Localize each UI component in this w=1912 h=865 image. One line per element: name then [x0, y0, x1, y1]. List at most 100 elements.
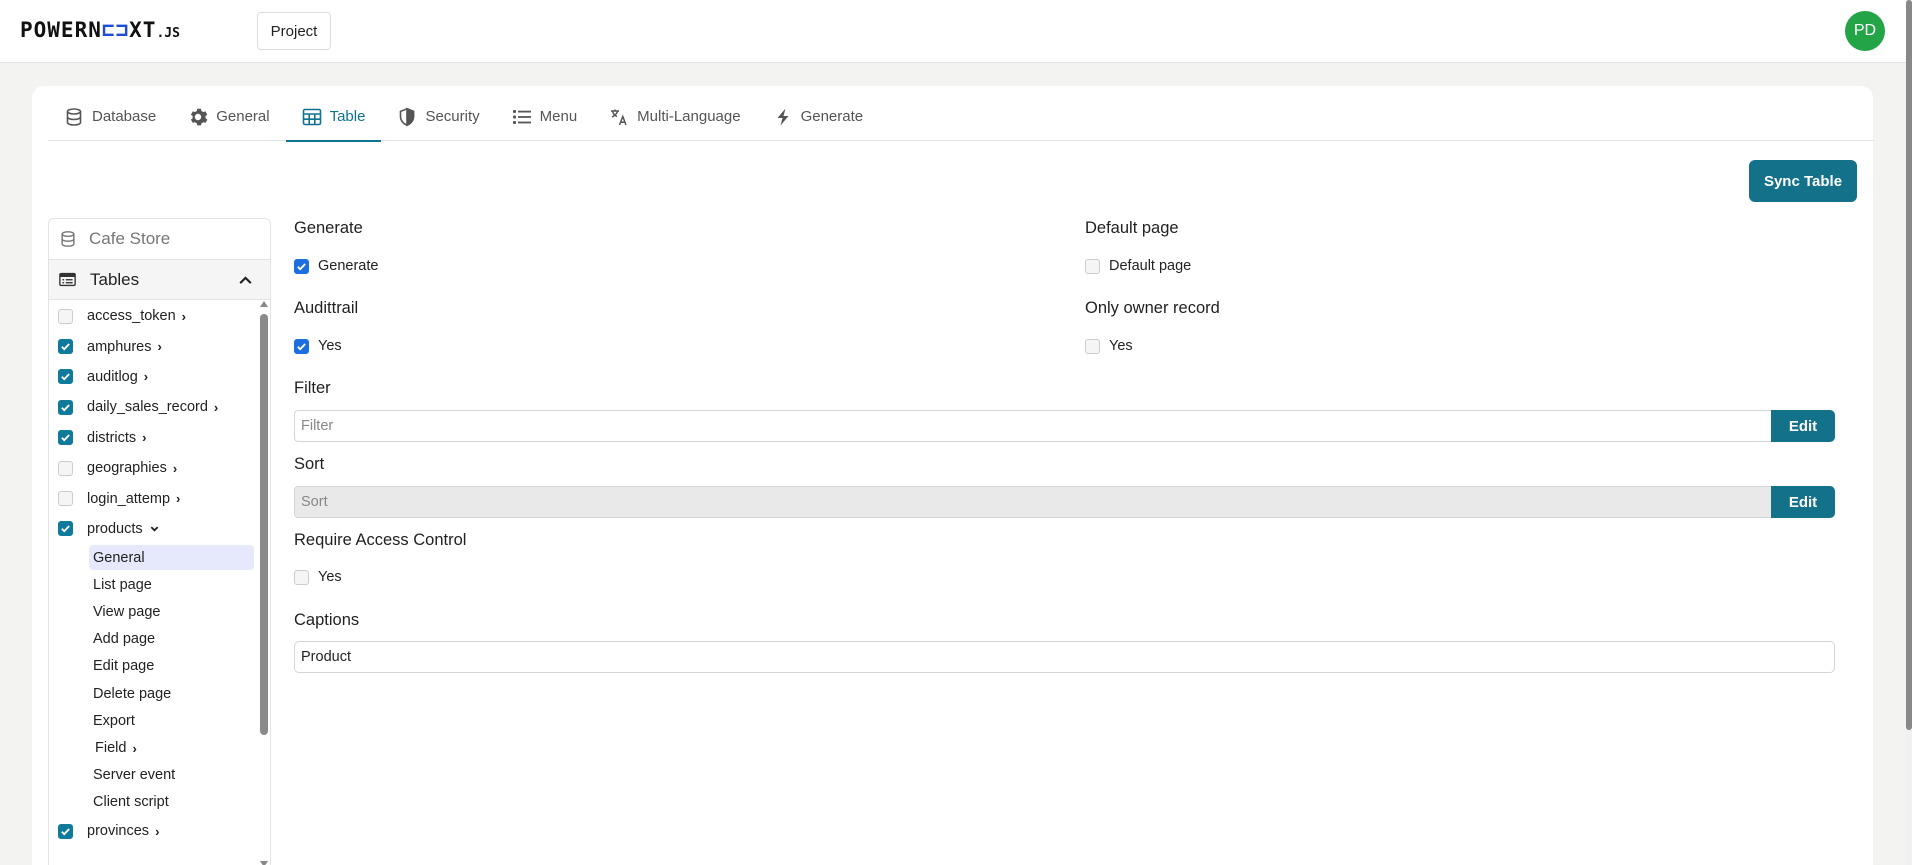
chevron-right-icon: ›	[176, 491, 181, 507]
filter-input[interactable]	[294, 410, 1772, 442]
list-icon	[512, 109, 531, 124]
sub-item-view-page[interactable]: View page	[49, 599, 254, 626]
app-logo[interactable]: POWERN⊏⊐XT.JS	[20, 18, 180, 42]
generate-label: Generate	[294, 219, 363, 237]
table-list-icon	[59, 272, 76, 287]
chevron-right-icon: ›	[181, 308, 187, 324]
sub-item-delete-page[interactable]: Delete page	[49, 680, 254, 707]
tab-database[interactable]: Database	[48, 92, 172, 141]
sync-table-button[interactable]: Sync Table	[1749, 160, 1857, 202]
shield-icon	[400, 107, 415, 126]
audittrail-label: Audittrail	[294, 299, 359, 317]
check-icon	[297, 342, 306, 350]
page-scrollbar-thumb[interactable]	[1906, 0, 1912, 730]
tab-security[interactable]: Security	[381, 92, 495, 141]
table-icon	[302, 108, 321, 125]
chevron-right-icon: ›	[213, 399, 219, 415]
sort-edit-button[interactable]: Edit	[1771, 486, 1835, 518]
chevron-right-icon: ›	[143, 369, 149, 385]
check-icon	[61, 373, 70, 381]
sort-label: Sort	[294, 455, 325, 473]
list-item[interactable]: daily_sales_record ›	[49, 392, 254, 422]
list-item[interactable]: amphures ›	[49, 331, 254, 361]
list-item[interactable]: access_token ›	[49, 301, 254, 331]
tab-bar: Database General Table Security Menu Mul…	[48, 92, 1874, 142]
check-icon	[61, 343, 70, 351]
sidebar-scrollbar-thumb[interactable]	[260, 314, 268, 735]
only-owner-record-checkbox[interactable]	[1085, 338, 1100, 354]
sub-item-general[interactable]: General	[49, 544, 254, 571]
table-checkbox[interactable]	[58, 399, 73, 415]
table-checkbox[interactable]	[58, 369, 73, 385]
list-item-expanded[interactable]: products	[49, 514, 254, 544]
require-access-control-checkbox[interactable]	[294, 569, 309, 585]
chevron-right-icon: ›	[172, 460, 178, 476]
filter-edit-button[interactable]: Edit	[1771, 410, 1835, 442]
sub-item-edit-page[interactable]: Edit page	[49, 653, 254, 680]
sub-item-add-page[interactable]: Add page	[49, 626, 254, 653]
table-checkbox[interactable]	[58, 491, 73, 507]
scroll-up-arrow-icon[interactable]	[260, 301, 268, 307]
sidebar-tables-header[interactable]: Tables	[49, 260, 270, 300]
chevron-right-icon: ›	[157, 339, 162, 355]
table-checkbox[interactable]	[58, 339, 73, 355]
list-item[interactable]: login_attemp ›	[49, 483, 254, 513]
tables-list: access_token › amphures › auditlog › daily_…	[49, 301, 254, 846]
list-item[interactable]: provinces ›	[49, 816, 254, 846]
check-icon	[61, 828, 70, 836]
list-item[interactable]: auditlog ›	[49, 362, 254, 392]
captions-label: Captions	[294, 611, 360, 629]
table-checkbox[interactable]	[58, 521, 73, 537]
main-card	[32, 86, 1873, 865]
sub-item-field[interactable]: Field ›	[49, 734, 254, 761]
tab-table[interactable]: Table	[285, 92, 382, 142]
tab-generate[interactable]: Generate	[757, 92, 880, 141]
page-scrollbar[interactable]	[1906, 0, 1912, 865]
chevron-right-icon: ›	[142, 430, 147, 446]
audittrail-checkbox[interactable]	[294, 338, 309, 354]
tab-menu[interactable]: Menu	[496, 92, 594, 141]
table-checkbox[interactable]	[58, 460, 73, 476]
sidebar-scrollbar[interactable]	[258, 301, 270, 865]
sub-item-server-event[interactable]: Server event	[49, 762, 254, 789]
scroll-down-arrow-icon[interactable]	[260, 861, 268, 865]
generate-checkbox-row[interactable]: Generate	[294, 258, 378, 274]
chevron-right-icon: ›	[155, 823, 160, 839]
audittrail-checkbox-row[interactable]: Yes	[294, 338, 342, 354]
generate-checkbox[interactable]	[294, 258, 309, 274]
list-item[interactable]: geographies ›	[49, 453, 254, 483]
sub-item-list-page[interactable]: List page	[49, 571, 254, 598]
bolt-icon	[777, 108, 789, 125]
project-button[interactable]: Project	[257, 12, 331, 50]
sub-item-client-script[interactable]: Client script	[49, 789, 254, 816]
table-sidebar: Cafe Store Tables access_token › amphures…	[48, 218, 271, 865]
sub-item-export[interactable]: Export	[49, 707, 254, 734]
tab-multi-language[interactable]: Multi-Language	[593, 92, 756, 141]
database-icon	[66, 107, 82, 126]
default-page-label: Default page	[1085, 219, 1179, 237]
check-icon	[61, 434, 70, 442]
top-bar: POWERN⊏⊐XT.JS Project PD	[0, 0, 1906, 63]
list-item[interactable]: districts ›	[49, 423, 254, 453]
chevron-right-icon: ›	[132, 740, 137, 756]
filter-label: Filter	[294, 379, 331, 397]
avatar[interactable]: PD	[1845, 11, 1885, 51]
sort-input[interactable]	[294, 486, 1772, 518]
require-access-control-label: Require Access Control	[294, 531, 467, 549]
logo-mark: ⊏⊐	[101, 18, 130, 42]
only-owner-record-checkbox-row[interactable]: Yes	[1085, 338, 1133, 354]
require-access-control-checkbox-row[interactable]: Yes	[294, 569, 342, 585]
tab-general[interactable]: General	[172, 92, 285, 141]
captions-input[interactable]	[294, 641, 1835, 673]
chevron-down-icon	[150, 526, 158, 533]
table-checkbox[interactable]	[58, 823, 73, 839]
table-checkbox[interactable]	[58, 308, 73, 324]
check-icon	[61, 404, 70, 412]
default-page-checkbox[interactable]	[1085, 258, 1100, 274]
default-page-checkbox-row[interactable]: Default page	[1085, 258, 1191, 274]
gear-icon	[191, 108, 208, 125]
check-icon	[297, 262, 306, 270]
table-checkbox[interactable]	[58, 430, 73, 446]
translate-icon	[611, 109, 627, 125]
chevron-up-icon[interactable]	[237, 272, 254, 289]
